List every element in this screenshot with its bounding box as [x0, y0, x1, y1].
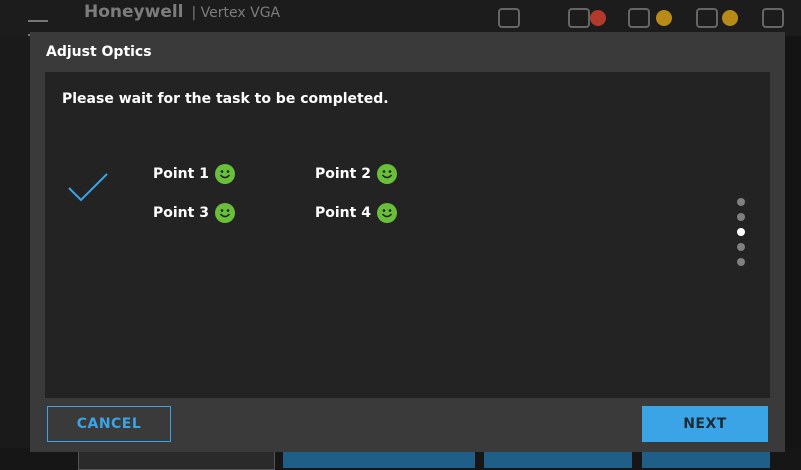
next-button[interactable]: NEXT: [642, 406, 768, 442]
point-4-status: Point 4: [315, 203, 397, 223]
background-sidebar: [0, 36, 30, 470]
point-label: Point 3: [153, 205, 209, 221]
bell-icon: [568, 8, 590, 28]
step-indicator: [737, 198, 747, 273]
fault-badge: [722, 10, 738, 26]
smiley-icon: [214, 164, 235, 184]
brand-logo: Honeywell | Vertex VGA: [84, 2, 281, 22]
list-icon: [762, 8, 784, 28]
point-2-status: Point 2: [315, 164, 397, 184]
smiley-icon: [376, 203, 397, 223]
adjust-optics-dialog: Adjust Optics Please wait for the task t…: [30, 32, 785, 452]
point-label: Point 4: [315, 205, 371, 221]
checkmark-icon: [68, 173, 108, 202]
step-dot: [737, 198, 745, 206]
smiley-icon: [214, 203, 235, 223]
step-dot: [737, 243, 745, 251]
point-3-status: Point 3: [153, 203, 235, 223]
dialog-title: Adjust Optics: [46, 44, 152, 60]
maintenance-badge: [656, 10, 672, 26]
smiley-icon: [376, 164, 397, 184]
wait-message: Please wait for the task to be completed…: [62, 91, 389, 107]
background-header: Honeywell | Vertex VGA: [0, 0, 801, 36]
step-dot: [737, 213, 745, 221]
cancel-button[interactable]: CANCEL: [47, 406, 171, 442]
point-label: Point 2: [315, 166, 371, 182]
point-1-status: Point 1: [153, 164, 235, 184]
alarm-badge: [590, 10, 606, 26]
dialog-body: Please wait for the task to be completed…: [45, 72, 770, 398]
point-label: Point 1: [153, 166, 209, 182]
step-dot: [737, 258, 745, 266]
network-icon: [498, 8, 520, 28]
wrench-icon: [628, 8, 650, 28]
plug-icon: [696, 8, 718, 28]
step-dot-current: [737, 228, 745, 236]
